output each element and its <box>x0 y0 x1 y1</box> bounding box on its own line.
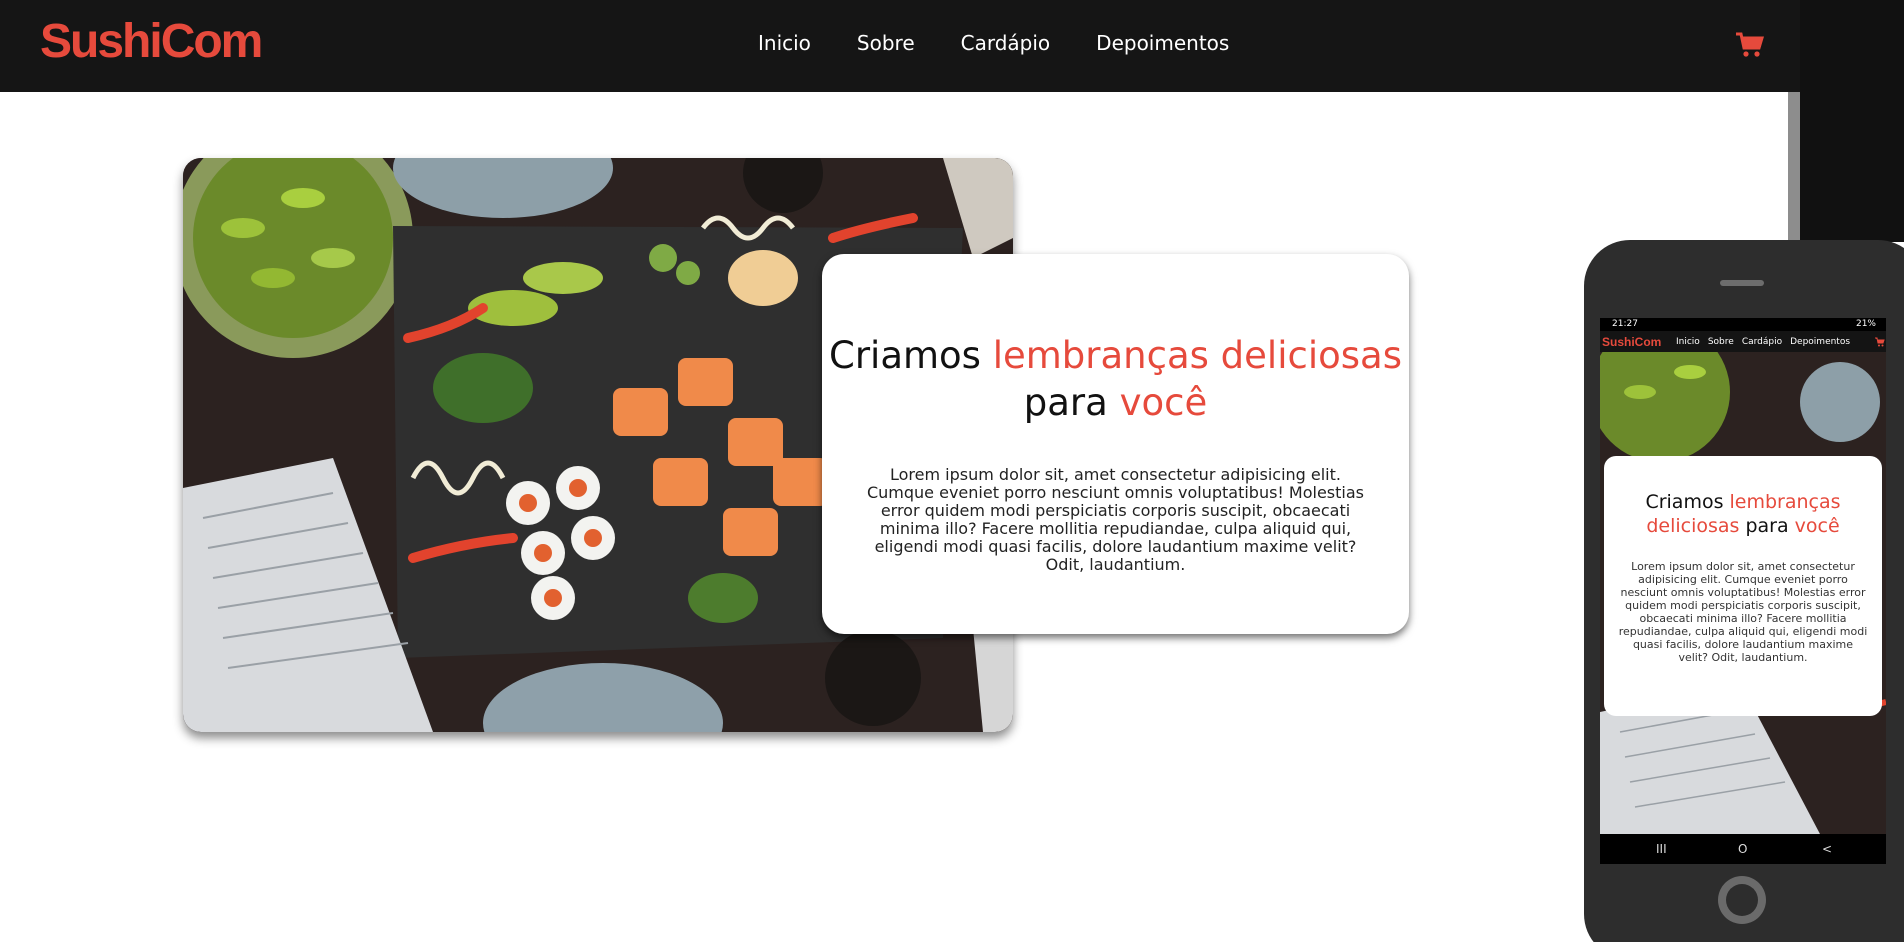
mobile-navbar: SushiCom Inicio Sobre Cardápio Depoiment… <box>1600 331 1886 352</box>
hero-title-part2: para <box>1023 381 1120 424</box>
nav-link-sobre[interactable]: Sobre <box>857 31 915 55</box>
home-softkey[interactable]: O <box>1738 842 1747 856</box>
back-softkey[interactable]: < <box>1822 842 1832 856</box>
mobile-hero-card: Criamos lembranças deliciosas para você … <box>1604 456 1882 716</box>
status-battery: 21% <box>1855 319 1876 329</box>
phone-mockup: 21:27 21% SushiCom Inicio Sobre Cardápio… <box>1584 240 1904 942</box>
shopping-cart-icon[interactable] <box>1734 30 1764 60</box>
mobile-shopping-cart-icon[interactable] <box>1875 337 1885 347</box>
phone-speaker <box>1720 280 1764 286</box>
scrollbar[interactable] <box>1788 92 1800 252</box>
mobile-hero-title-part2: para <box>1739 515 1795 537</box>
recent-apps-softkey[interactable]: III <box>1656 842 1667 856</box>
phone-screen: 21:27 21% SushiCom Inicio Sobre Cardápio… <box>1600 318 1886 864</box>
mobile-nav-link-depoimentos[interactable]: Depoimentos <box>1790 337 1850 347</box>
status-time: 21:27 <box>1612 319 1638 329</box>
mobile-nav-link-cardapio[interactable]: Cardápio <box>1742 337 1782 347</box>
nav-link-cardapio[interactable]: Cardápio <box>961 31 1051 55</box>
mobile-nav-link-inicio[interactable]: Inicio <box>1676 337 1700 347</box>
navbar: SushiCom Inicio Sobre Cardápio Depoiment… <box>0 0 1800 92</box>
mobile-hero-title: Criamos lembranças deliciosas para você <box>1604 490 1882 538</box>
phone-home-button[interactable] <box>1718 876 1766 924</box>
hero-title-accent2: você <box>1119 381 1208 424</box>
nav-link-inicio[interactable]: Inicio <box>758 31 811 55</box>
mobile-nav-link-sobre[interactable]: Sobre <box>1708 337 1734 347</box>
status-bar: 21:27 21% <box>1600 318 1886 331</box>
mobile-hero-title-accent2: você <box>1794 515 1840 537</box>
hero-title-accent1: lembranças deliciosas <box>992 334 1402 377</box>
page-edge-strip <box>1800 0 1904 242</box>
nav-links: Inicio Sobre Cardápio Depoimentos <box>758 31 1275 55</box>
hero-title: Criamos lembranças deliciosas para você <box>822 332 1409 426</box>
mobile-hero-title-part1: Criamos <box>1645 491 1730 513</box>
mobile-brand-logo[interactable]: SushiCom <box>1602 335 1661 349</box>
hero-body-text: Lorem ipsum dolor sit, amet consectetur … <box>866 465 1364 574</box>
nav-link-depoimentos[interactable]: Depoimentos <box>1096 31 1229 55</box>
hero-card: Criamos lembranças deliciosas para você … <box>822 254 1409 634</box>
hero-title-part1: Criamos <box>829 334 993 377</box>
brand-logo[interactable]: SushiCom <box>40 14 263 69</box>
mobile-nav-links: Inicio Sobre Cardápio Depoimentos <box>1676 337 1858 347</box>
mobile-hero-body-text: Lorem ipsum dolor sit, amet consectetur … <box>1618 560 1868 664</box>
home-button-ring <box>1726 884 1758 916</box>
android-softkeys: III O < <box>1600 834 1886 864</box>
